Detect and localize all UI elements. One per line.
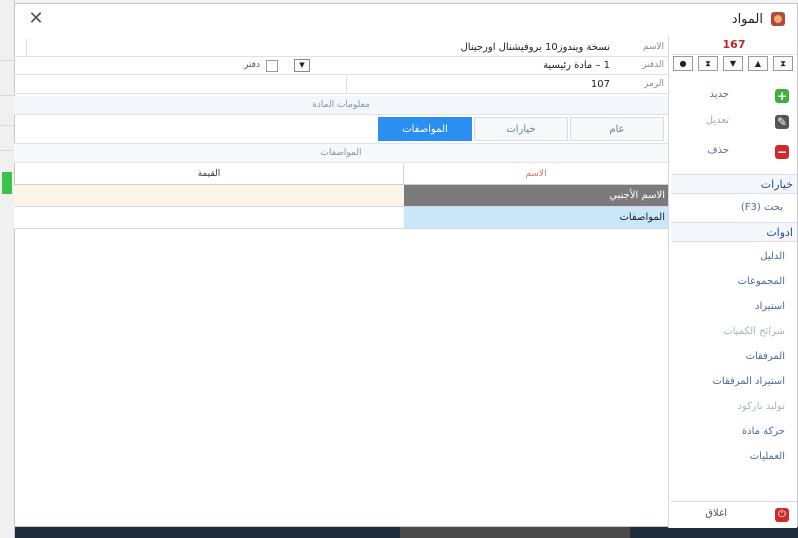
tool-generate-barcode: توليد باركود	[737, 401, 785, 412]
name-label: الاسم	[642, 42, 664, 52]
tool-import-attachments[interactable]: استيراد المرفقات	[712, 376, 785, 387]
nav-prev-button[interactable]: ▲	[748, 56, 768, 71]
row-name-cell[interactable]: الاسم الأجنبي	[404, 185, 668, 206]
main-panel: الاسم نسخة ويندوز10 بروفيشنال اورجينال ا…	[14, 36, 668, 528]
col-value-header[interactable]: القيمة	[14, 164, 404, 184]
tool-item-movement[interactable]: حركة مادة	[742, 426, 785, 437]
power-icon: ⏻	[775, 508, 789, 522]
plus-icon: +	[775, 89, 789, 103]
book-label: الدفتر	[642, 60, 664, 70]
sidebar: 167 ● ⧗ ▼ ▲ ⧗ + جديد ✎ تعديل − حذف خيارا…	[668, 36, 797, 528]
row-value-cell[interactable]	[14, 207, 404, 228]
nav-first-button[interactable]: ⧗	[773, 56, 793, 71]
tool-groups[interactable]: المجموعات	[738, 276, 785, 287]
close-label: اغلاق	[705, 508, 727, 519]
name-row: الاسم نسخة ويندوز10 بروفيشنال اورجينال	[14, 39, 668, 57]
minus-icon: −	[775, 145, 789, 159]
name-field[interactable]: نسخة ويندوز10 بروفيشنال اورجينال	[26, 39, 616, 56]
specs-header: المواصفات	[14, 144, 668, 163]
close-button[interactable]: ⏻ اغلاق	[671, 501, 797, 528]
row-value-cell[interactable]	[14, 185, 404, 206]
delete-label: حذف	[707, 145, 729, 156]
row-name-cell[interactable]: المواصفات	[404, 207, 668, 228]
record-number: 167	[671, 38, 797, 55]
book-checkbox[interactable]	[266, 60, 278, 72]
options-header[interactable]: خيارات	[671, 174, 797, 194]
book-checkbox-label: دفتر	[244, 60, 260, 70]
nav-end-button[interactable]: ⧗	[698, 56, 718, 71]
tool-quantity-slices: شرائح الكميات	[723, 326, 785, 337]
edit-button[interactable]: ✎ تعديل	[671, 109, 797, 135]
close-icon[interactable]: ✕	[25, 8, 47, 30]
info-header: معلومات المادة	[14, 96, 668, 115]
search-link[interactable]: بحث (F3)	[671, 198, 797, 218]
table-row[interactable]: الاسم الأجنبي	[14, 185, 668, 207]
tool-directory[interactable]: الدليل	[760, 251, 785, 262]
table-row[interactable]: المواصفات	[14, 207, 668, 229]
nav-next-button[interactable]: ▼	[723, 56, 743, 71]
new-label: جديد	[709, 89, 729, 100]
code-field[interactable]: 107	[346, 76, 616, 93]
code-row: الرمز 107	[14, 76, 668, 94]
edit-icon: ✎	[775, 115, 789, 129]
book-row: الدفتر 1 – مادة رئيسية ▼ دفتر	[14, 57, 668, 75]
materials-window: المواد ✕ 167 ● ⧗ ▼ ▲ ⧗ + جديد ✎ تعديل − …	[14, 3, 798, 528]
tab-bar: عام خيارات المواصفات	[14, 115, 668, 144]
new-button[interactable]: + جديد	[671, 83, 797, 109]
col-name-header[interactable]: الاسم	[403, 164, 668, 184]
tab-general[interactable]: عام	[570, 117, 664, 141]
background-taskbar	[400, 527, 630, 538]
title-bar: المواد ✕	[15, 4, 797, 36]
tab-specifications[interactable]: المواصفات	[378, 117, 472, 141]
book-combo[interactable]: 1 – مادة رئيسية	[316, 57, 616, 74]
tab-options[interactable]: خيارات	[474, 117, 568, 141]
app-icon	[771, 12, 785, 26]
edit-label: تعديل	[705, 115, 729, 126]
delete-button[interactable]: − حذف	[671, 139, 797, 165]
background-app-left	[0, 0, 15, 538]
code-label: الرمز	[644, 79, 664, 89]
chevron-down-icon[interactable]: ▼	[294, 59, 310, 72]
table-header: الاسم القيمة	[14, 164, 668, 185]
nav-last-button[interactable]: ●	[673, 56, 693, 71]
tools-header[interactable]: ادوات	[671, 222, 797, 242]
background-green-marker	[2, 172, 12, 194]
tool-import[interactable]: استيراد	[755, 301, 785, 312]
tool-operations[interactable]: العمليات	[750, 451, 785, 462]
tool-attachments[interactable]: المرفقات	[746, 351, 785, 362]
window-title: المواد	[731, 12, 763, 27]
record-navigator: ● ⧗ ▼ ▲ ⧗	[673, 56, 793, 72]
